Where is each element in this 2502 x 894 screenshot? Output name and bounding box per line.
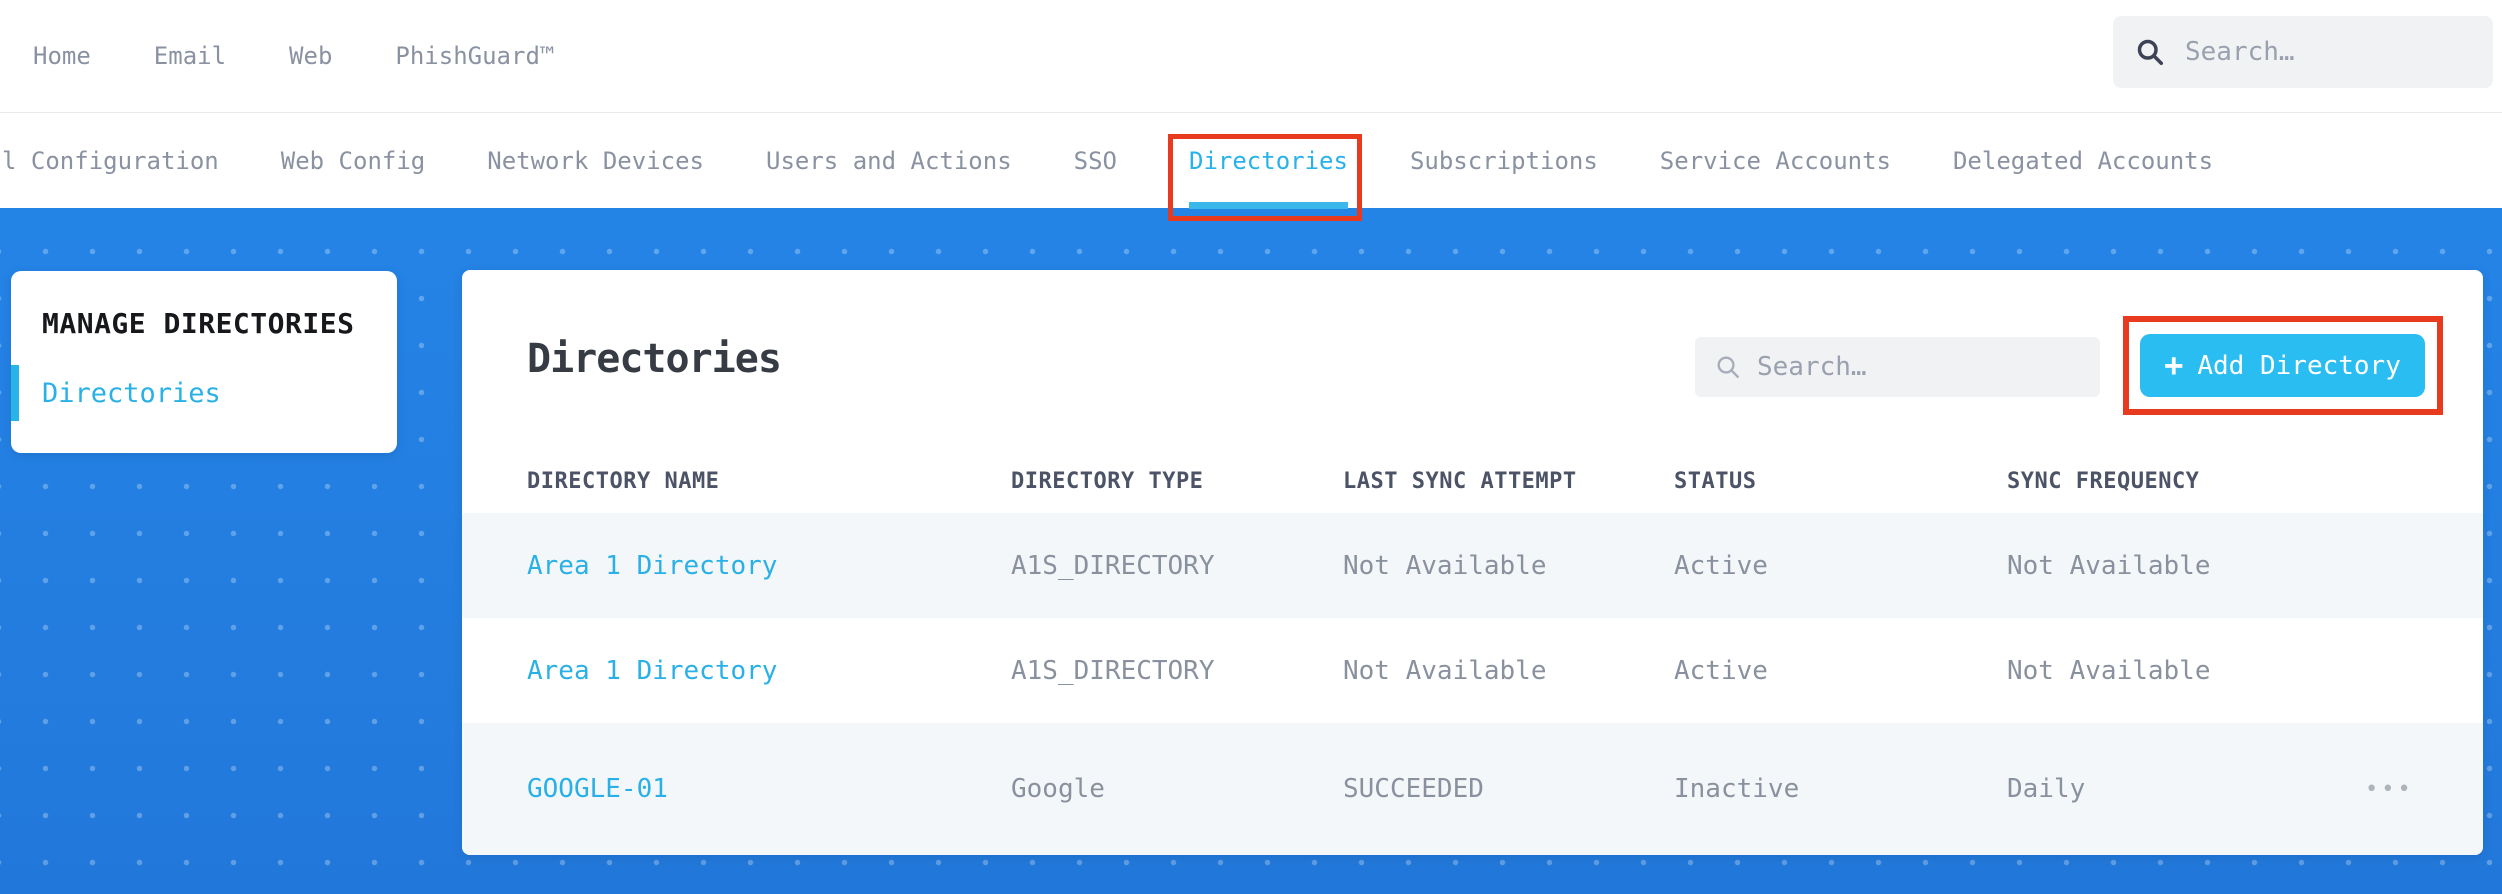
table-row: Area 1 Directory A1S_DIRECTORY Not Avail… <box>462 618 2483 723</box>
table-row: Area 1 Directory A1S_DIRECTORY Not Avail… <box>462 513 2483 618</box>
tab-network-devices[interactable]: Network Devices <box>487 113 704 209</box>
column-header-directory-name: DIRECTORY NAME <box>527 469 720 494</box>
nav-item-email[interactable]: Email <box>154 42 226 70</box>
global-search[interactable] <box>2113 16 2493 88</box>
side-card-title: MANAGE DIRECTORIES <box>42 307 355 340</box>
last-sync-cell: Not Available <box>1343 655 1547 686</box>
tab-email-configuration[interactable]: l Configuration <box>2 113 219 209</box>
directory-link[interactable]: GOOGLE-01 <box>527 774 1011 804</box>
last-sync-cell: Not Available <box>1343 550 1547 581</box>
tab-web-config[interactable]: Web Config <box>281 113 426 209</box>
directories-search-input[interactable] <box>1757 352 2080 382</box>
add-directory-button[interactable]: + Add Directory <box>2140 334 2425 397</box>
tab-directories[interactable]: Directories <box>1168 113 1362 221</box>
directory-link[interactable]: Area 1 Directory <box>527 656 1011 686</box>
nav-item-phishguard[interactable]: PhishGuard™ <box>395 42 554 70</box>
active-tab-underline <box>1189 202 1348 209</box>
plus-icon: + <box>2164 345 2184 384</box>
page-title: Directories <box>527 336 782 382</box>
sync-frequency-cell: Not Available <box>2007 655 2211 686</box>
sidebar-item-label: Directories <box>42 377 221 409</box>
row-actions-menu[interactable]: ••• <box>2365 771 2414 808</box>
tab-delegated-accounts[interactable]: Delegated Accounts <box>1953 113 2213 209</box>
directory-link[interactable]: Area 1 Directory <box>527 551 1011 581</box>
column-header-sync-frequency: SYNC FREQUENCY <box>2007 469 2200 494</box>
nav-item-web[interactable]: Web <box>289 42 332 70</box>
secondary-nav: l Configuration Web Config Network Devic… <box>0 112 2502 221</box>
directory-type-cell: A1S_DIRECTORY <box>1011 655 1215 686</box>
manage-directories-card: MANAGE DIRECTORIES Directories <box>11 271 397 453</box>
column-header-status: STATUS <box>1674 469 1757 494</box>
nav-item-home[interactable]: Home <box>33 42 91 70</box>
table-row: GOOGLE-01 Google SUCCEEDED Inactive Dail… <box>462 723 2483 855</box>
status-cell: Active <box>1674 550 1768 581</box>
sidebar-item-directories[interactable]: Directories <box>11 365 397 421</box>
tab-subscriptions[interactable]: Subscriptions <box>1410 113 1598 209</box>
ellipsis-icon: ••• <box>2365 776 2414 802</box>
primary-nav: Home Email Web PhishGuard™ <box>33 0 554 112</box>
directory-type-cell: A1S_DIRECTORY <box>1011 550 1215 581</box>
tab-service-accounts[interactable]: Service Accounts <box>1660 113 1891 209</box>
column-header-directory-type: DIRECTORY TYPE <box>1011 469 1204 494</box>
directories-panel: Directories + Add Directory DIRECTORY NA… <box>462 270 2483 855</box>
content-background: MANAGE DIRECTORIES Directories Directori… <box>0 208 2502 894</box>
topbar: Home Email Web PhishGuard™ <box>0 0 2502 112</box>
tab-users-and-actions[interactable]: Users and Actions <box>766 113 1012 209</box>
sync-frequency-cell: Not Available <box>2007 550 2211 581</box>
active-indicator-bar <box>11 365 19 421</box>
search-icon <box>2135 37 2165 67</box>
search-icon <box>1715 354 1741 380</box>
table-header: DIRECTORY NAME DIRECTORY TYPE LAST SYNC … <box>462 450 2483 513</box>
status-cell: Inactive <box>1674 774 1800 804</box>
last-sync-cell: SUCCEEDED <box>1343 774 1484 804</box>
add-directory-label: Add Directory <box>2197 350 2401 381</box>
directory-type-cell: Google <box>1011 774 1105 804</box>
tab-directories-label: Directories <box>1189 147 1348 175</box>
global-search-input[interactable] <box>2185 37 2471 67</box>
status-cell: Active <box>1674 655 1768 686</box>
column-header-last-sync: LAST SYNC ATTEMPT <box>1343 469 1577 494</box>
tab-sso[interactable]: SSO <box>1074 113 1117 209</box>
sync-frequency-cell: Daily <box>2007 774 2086 804</box>
directories-search[interactable] <box>1695 337 2100 397</box>
